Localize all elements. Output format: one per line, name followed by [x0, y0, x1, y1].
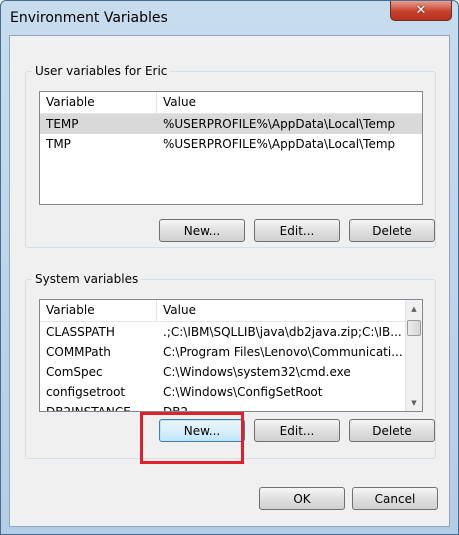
user-new-button[interactable]: New...: [159, 219, 245, 242]
user-variables-group: User variables for Eric Variable Value T…: [25, 64, 436, 248]
title-bar[interactable]: Environment Variables ✕: [1, 1, 458, 35]
scroll-up-arrow-icon[interactable]: ▲: [406, 300, 422, 317]
column-header-variable[interactable]: Variable: [40, 92, 156, 113]
variable-value: %USERPROFILE%\AppData\Local\Temp: [163, 117, 396, 131]
variable-value: .;C:\IBM\SQLLIB\java\db2java.zip;C:\IB..…: [163, 325, 402, 339]
user-edit-button[interactable]: Edit...: [254, 219, 340, 242]
variable-value: DB2: [163, 405, 189, 412]
variable-value: C:\Windows\system32\cmd.exe: [163, 365, 351, 379]
variable-value: %USERPROFILE%\AppData\Local\Temp: [163, 137, 396, 151]
user-variables-list[interactable]: Variable Value TEMP %USERPROFILE%\AppDat…: [39, 91, 423, 205]
system-delete-button[interactable]: Delete: [349, 419, 435, 442]
variable-name: ComSpec: [46, 365, 103, 379]
system-variable-row[interactable]: DB2INSTANCE DB2: [40, 402, 405, 412]
system-list-header: Variable Value: [40, 300, 405, 322]
variable-name: TEMP: [46, 117, 79, 131]
window-title: Environment Variables: [10, 10, 168, 26]
column-header-variable[interactable]: Variable: [40, 300, 156, 321]
system-edit-button[interactable]: Edit...: [254, 419, 340, 442]
dialog-client-area: User variables for Eric Variable Value T…: [9, 35, 450, 527]
system-variable-row[interactable]: configsetroot C:\Windows\ConfigSetRoot: [40, 382, 405, 402]
variable-name: configsetroot: [46, 385, 126, 399]
column-header-value[interactable]: Value: [157, 300, 405, 321]
column-header-value[interactable]: Value: [157, 92, 422, 113]
close-icon: ✕: [415, 3, 427, 18]
variable-value: C:\Windows\ConfigSetRoot: [163, 385, 323, 399]
user-delete-button[interactable]: Delete: [349, 219, 435, 242]
system-list-scrollbar[interactable]: ▲ ▼: [405, 300, 422, 411]
highlight-annotation: [140, 412, 244, 464]
user-variables-legend: User variables for Eric: [32, 64, 171, 78]
system-variables-list[interactable]: Variable Value CLASSPATH .;C:\IBM\SQLLIB…: [39, 299, 423, 412]
user-variable-row[interactable]: TEMP %USERPROFILE%\AppData\Local\Temp: [40, 114, 422, 134]
variable-name: TMP: [46, 137, 71, 151]
system-variable-row[interactable]: ComSpec C:\Windows\system32\cmd.exe: [40, 362, 405, 382]
system-variable-row[interactable]: CLASSPATH .;C:\IBM\SQLLIB\java\db2java.z…: [40, 322, 405, 342]
scrollbar-thumb[interactable]: [407, 320, 421, 336]
user-list-header: Variable Value: [40, 92, 422, 114]
scroll-down-arrow-icon[interactable]: ▼: [406, 394, 422, 411]
variable-name: COMMPath: [46, 345, 111, 359]
ok-button[interactable]: OK: [259, 487, 345, 510]
variable-value: C:\Program Files\Lenovo\Communicati...: [163, 345, 403, 359]
system-variables-legend: System variables: [32, 272, 142, 286]
variable-name: DB2INSTANCE: [46, 405, 131, 412]
variable-name: CLASSPATH: [46, 325, 115, 339]
user-variable-row[interactable]: TMP %USERPROFILE%\AppData\Local\Temp: [40, 134, 422, 154]
environment-variables-window: Environment Variables ✕ User variables f…: [0, 0, 459, 535]
close-button[interactable]: ✕: [390, 1, 452, 21]
system-variable-row[interactable]: COMMPath C:\Program Files\Lenovo\Communi…: [40, 342, 405, 362]
cancel-button[interactable]: Cancel: [352, 487, 438, 510]
